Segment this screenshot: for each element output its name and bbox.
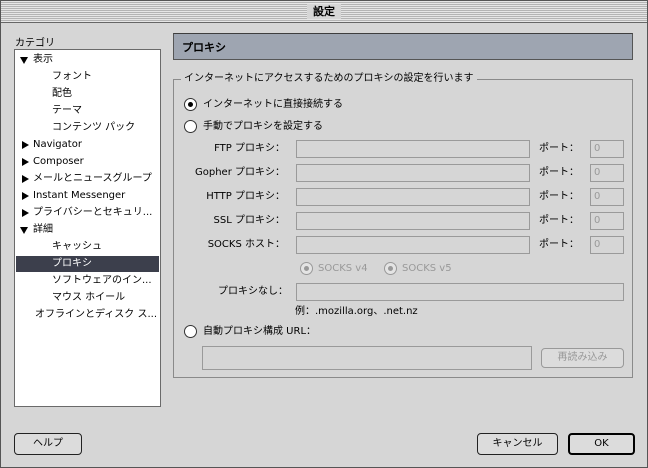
proxy-host-input[interactable] [296,188,530,206]
category-item-label: 配色 [52,88,72,99]
category-item-label: Composer [33,156,84,167]
manual-proxy-label[interactable]: 手動でプロキシを設定する [203,121,323,133]
socks-v4-radio[interactable] [300,262,313,275]
proxy-host-label: HTTP プロキシ： [206,191,285,202]
port-label: ポート： [539,167,579,178]
panel-title: プロキシ [182,41,226,54]
proxy-host-input[interactable] [296,140,530,158]
no-proxy-label: プロキシなし： [218,286,288,297]
category-item[interactable]: 表示 [16,52,159,68]
socks-v5-radio[interactable] [384,262,397,275]
category-tree[interactable]: 表示フォント配色テーマコンテンツ パック Navigator Composer メール… [14,49,161,407]
category-item-label: 表示 [33,54,53,65]
proxy-group-label: インターネットにアクセスするためのプロキシの設定を行います [181,73,477,85]
twisty-closed-icon[interactable] [22,158,29,166]
reload-button[interactable]: 再読み込み [541,348,624,368]
category-item[interactable]: プロキシ [16,256,159,272]
help-button[interactable]: ヘルプ [14,433,82,455]
category-item[interactable]: メールとニュースグループ [16,171,159,187]
category-item[interactable]: Composer [16,154,159,170]
category-item-label: ソフトウェアのイン... [52,275,152,286]
category-item-label: フォント [52,71,92,82]
port-input[interactable]: 0 [590,188,624,206]
manual-proxy-radio[interactable] [184,120,197,133]
category-item-label: マウス ホイール [52,292,126,303]
category-item[interactable]: マウス ホイール [16,290,159,306]
twisty-closed-icon[interactable] [22,192,29,200]
proxy-host-label: FTP プロキシ： [214,143,285,154]
category-label: カテゴリ [15,38,55,49]
proxy-host-input[interactable] [296,236,530,254]
socks-v5-label: SOCKS v5 [402,263,452,274]
cancel-button[interactable]: キャンセル [477,433,558,455]
category-item[interactable]: コンテンツ パック [16,120,159,136]
twisty-closed-icon[interactable] [22,175,29,183]
category-item-label: テーマ [52,105,82,116]
port-label: ポート： [539,239,579,250]
proxy-host-input[interactable] [296,164,530,182]
category-item-label: コンテンツ パック [52,122,136,133]
auto-proxy-url-input[interactable] [202,346,532,370]
category-item[interactable]: テーマ [16,103,159,119]
category-item[interactable]: キャッシュ [16,239,159,255]
port-input[interactable]: 0 [590,140,624,158]
category-item-label: プロキシ [52,258,92,269]
category-item[interactable]: オフラインとディスク ス... [16,307,159,323]
twisty-open-icon[interactable] [20,227,28,234]
port-label: ポート： [539,143,579,154]
category-item-label: メールとニュースグループ [33,173,152,184]
twisty-closed-icon[interactable] [22,209,29,217]
twisty-closed-icon[interactable] [22,141,29,149]
direct-connection-label[interactable]: インターネットに直接接続する [203,99,343,111]
category-item-label: Instant Messenger [33,190,126,201]
proxy-host-input[interactable] [296,212,530,230]
direct-connection-radio[interactable] [184,98,197,111]
category-item-label: プライバシーとセキュリ... [33,207,153,218]
twisty-open-icon[interactable] [20,57,28,64]
no-proxy-input[interactable] [296,283,624,301]
no-proxy-example: 例：.mozilla.org、.net.nz [295,306,418,317]
port-input[interactable]: 0 [590,212,624,230]
category-item[interactable]: 詳細 [16,222,159,238]
socks-v4-label: SOCKS v4 [318,263,368,274]
category-item[interactable]: フォント [16,69,159,85]
proxy-host-label: SSL プロキシ： [213,215,285,226]
title-bar[interactable]: 設定 [1,1,647,23]
category-item[interactable]: プライバシーとセキュリ... [16,205,159,221]
port-label: ポート： [539,191,579,202]
proxy-host-label: Gopher プロキシ： [195,167,285,178]
category-item-label: Navigator [33,139,82,150]
panel-header: プロキシ [173,33,633,60]
category-item[interactable]: 配色 [16,86,159,102]
category-item[interactable]: ソフトウェアのイン... [16,273,159,289]
window-title: 設定 [307,4,341,19]
category-item-label: オフラインとディスク ス... [35,309,158,320]
auto-proxy-label[interactable]: 自動プロキシ構成 URL： [203,326,316,338]
proxy-host-label: SOCKS ホスト： [207,239,285,250]
port-input[interactable]: 0 [590,164,624,182]
port-label: ポート： [539,215,579,226]
ok-button[interactable]: OK [568,433,635,455]
auto-proxy-radio[interactable] [184,325,197,338]
category-item[interactable]: Instant Messenger [16,188,159,204]
category-item-label: 詳細 [33,224,53,235]
category-item-label: キャッシュ [52,241,102,252]
port-input[interactable]: 0 [590,236,624,254]
category-item[interactable]: Navigator [16,137,159,153]
preferences-window: 設定 カテゴリ 表示フォント配色テーマコンテンツ パック Navigator Com… [0,0,648,468]
